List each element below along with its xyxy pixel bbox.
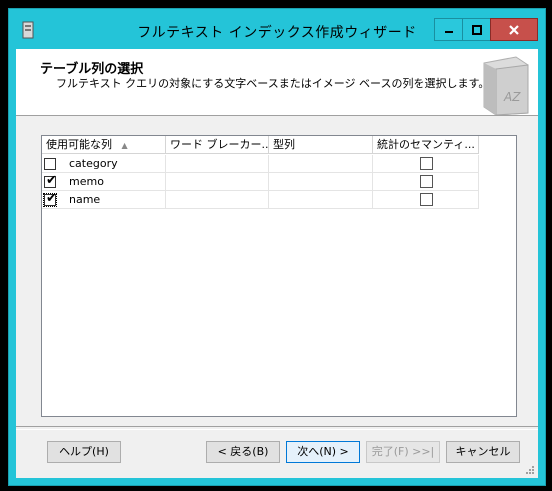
statistical-semantics-cell[interactable] <box>373 191 479 209</box>
back-button[interactable]: < 戻る(B) <box>206 441 280 463</box>
checkbox-icon[interactable]: ✔ <box>43 191 57 207</box>
wizard-client: テーブル列の選択 フルテキスト クエリの対象にする文字ベースまたはイメージ ベー… <box>16 49 538 478</box>
grid-header: 使用可能な列 ▲ ワード ブレーカー... 型列 統計のセマンティ... <box>42 136 516 155</box>
type-column-cell[interactable] <box>269 155 373 173</box>
word-breaker-cell[interactable] <box>166 191 269 209</box>
type-column-cell[interactable] <box>269 191 373 209</box>
finish-button[interactable]: 完了(F) >>| <box>366 441 440 463</box>
available-column-cell[interactable]: ✔ name <box>42 191 166 209</box>
close-button[interactable] <box>490 18 538 41</box>
word-breaker-cell[interactable] <box>166 173 269 191</box>
header-statistical-semantics[interactable]: 統計のセマンティ... <box>373 136 479 154</box>
checkbox-icon[interactable] <box>44 158 56 170</box>
type-column-cell[interactable] <box>269 173 373 191</box>
checkbox-icon[interactable] <box>420 157 433 170</box>
cancel-button[interactable]: キャンセル <box>446 441 520 463</box>
statistical-semantics-cell[interactable] <box>373 173 479 191</box>
header-available-columns[interactable]: 使用可能な列 ▲ <box>42 136 166 154</box>
table-row[interactable]: category <box>42 155 479 173</box>
next-button[interactable]: 次へ(N) > <box>286 441 360 463</box>
statistical-semantics-cell[interactable] <box>373 155 479 173</box>
title-bar[interactable]: フルテキスト インデックス作成ウィザード <box>9 9 545 49</box>
column-name: name <box>69 193 101 206</box>
svg-text:AZ: AZ <box>503 90 521 104</box>
table-row[interactable]: ✔ memo <box>42 173 479 191</box>
checkbox-icon[interactable] <box>420 175 433 188</box>
footer-divider <box>16 426 538 430</box>
window-frame: フルテキスト インデックス作成ウィザード テーブル列の選択 フルテキスト クエリ… <box>8 8 546 486</box>
available-column-cell[interactable]: category <box>42 155 166 173</box>
resize-grip-icon[interactable] <box>525 465 535 475</box>
column-grid[interactable]: 使用可能な列 ▲ ワード ブレーカー... 型列 統計のセマンティ... cat… <box>41 135 517 417</box>
wizard-header: テーブル列の選択 フルテキスト クエリの対象にする文字ベースまたはイメージ ベー… <box>16 49 538 116</box>
page-subtitle: フルテキスト クエリの対象にする文字ベースまたはイメージ ベースの列を選択します… <box>56 77 490 90</box>
minimize-button[interactable] <box>434 18 463 41</box>
close-icon <box>509 24 519 35</box>
help-button[interactable]: ヘルプ(H) <box>47 441 121 463</box>
maximize-button[interactable] <box>462 18 491 41</box>
column-name: category <box>69 157 118 170</box>
available-column-cell[interactable]: ✔ memo <box>42 173 166 191</box>
header-word-breaker[interactable]: ワード ブレーカー... <box>166 136 269 154</box>
book-icon: AZ <box>483 56 529 115</box>
word-breaker-cell[interactable] <box>166 155 269 173</box>
checkbox-icon[interactable] <box>420 193 433 206</box>
sort-ascending-icon: ▲ <box>121 141 128 150</box>
checkmark-icon: ✔ <box>46 191 57 206</box>
wizard-window: フルテキスト インデックス作成ウィザード テーブル列の選択 フルテキスト クエリ… <box>0 0 552 491</box>
table-row[interactable]: ✔ name <box>42 191 479 209</box>
minimize-icon <box>444 30 453 33</box>
header-type-column[interactable]: 型列 <box>269 136 373 154</box>
header-label: 使用可能な列 <box>46 138 112 151</box>
maximize-icon <box>471 24 482 35</box>
checkbox-icon[interactable]: ✔ <box>44 173 57 188</box>
checkmark-icon: ✔ <box>46 173 57 188</box>
column-name: memo <box>69 175 104 188</box>
